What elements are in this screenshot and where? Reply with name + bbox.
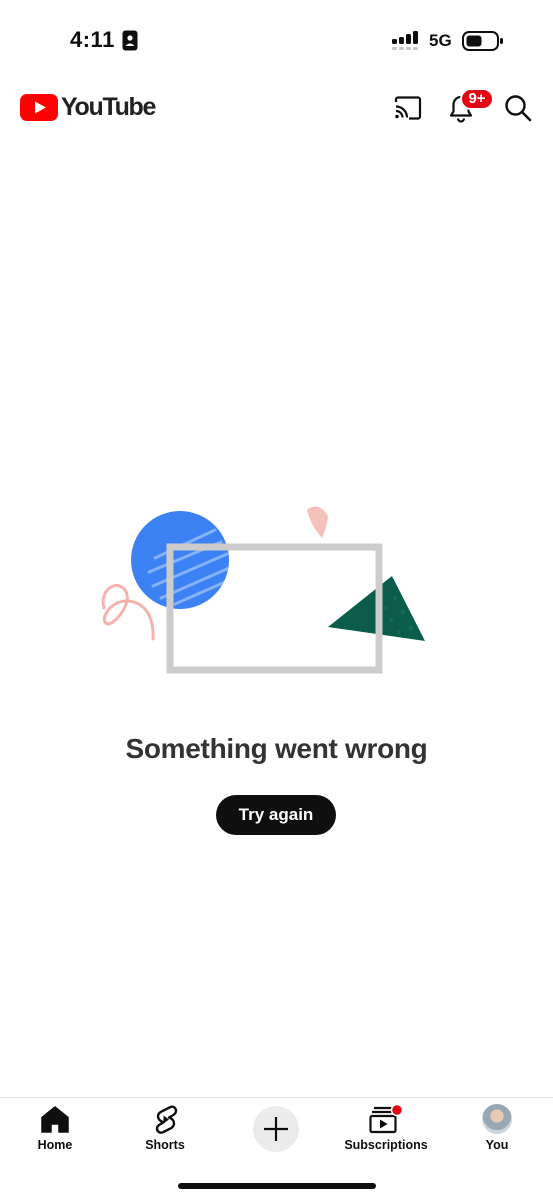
nav-item-shorts[interactable]: Shorts — [115, 1104, 215, 1160]
network-type: 5G — [429, 31, 452, 50]
notification-count-badge: 9+ — [460, 88, 494, 110]
nav-label-subscriptions: Subscriptions — [344, 1138, 428, 1152]
notifications-button[interactable]: 9+ — [444, 88, 494, 126]
nav-label-shorts: Shorts — [145, 1138, 185, 1152]
app-header: YouTube 9+ — [0, 80, 553, 136]
avatar — [482, 1104, 512, 1134]
nav-label-you: You — [485, 1138, 509, 1152]
try-again-button[interactable]: Try again — [216, 795, 336, 835]
battery-icon — [462, 30, 504, 57]
cellular-signal-icon — [392, 31, 422, 56]
home-indicator — [178, 1183, 376, 1189]
create-button[interactable] — [253, 1106, 299, 1152]
nav-item-subscriptions[interactable]: Subscriptions — [336, 1104, 436, 1160]
youtube-logo[interactable]: YouTube — [20, 93, 156, 121]
search-icon — [505, 95, 532, 122]
plus-icon — [264, 1117, 288, 1141]
logo-text: YouTube — [61, 93, 156, 121]
nav-item-home[interactable]: Home — [5, 1104, 105, 1160]
cast-button[interactable] — [390, 90, 426, 126]
nav-item-you[interactable]: You — [447, 1104, 547, 1160]
status-bar: 4:11 5G — [0, 0, 553, 80]
error-message: Something went wrong — [125, 733, 428, 764]
youtube-play-icon — [20, 94, 58, 121]
nav-label-home: Home — [37, 1138, 73, 1152]
error-illustration — [101, 506, 425, 674]
subscriptions-icon — [369, 1104, 403, 1134]
status-time: 4:11 — [70, 27, 115, 52]
search-button[interactable] — [500, 90, 536, 126]
focus-mode-icon — [122, 30, 138, 56]
home-icon — [41, 1106, 69, 1133]
shorts-icon — [155, 1105, 178, 1134]
cast-icon — [394, 96, 422, 120]
